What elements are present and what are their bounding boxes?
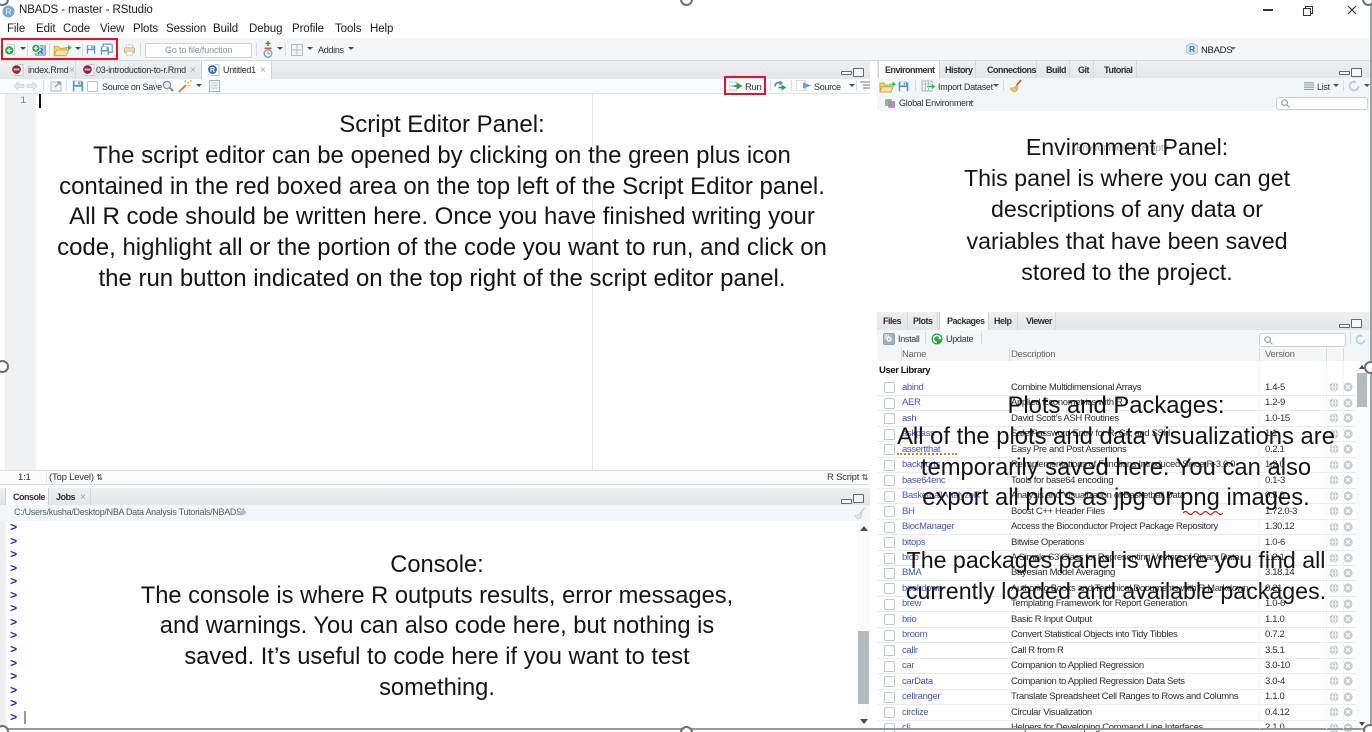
svg-text:R: R (1189, 45, 1195, 54)
svg-text:R: R (210, 67, 215, 74)
svg-text:R: R (5, 6, 11, 16)
